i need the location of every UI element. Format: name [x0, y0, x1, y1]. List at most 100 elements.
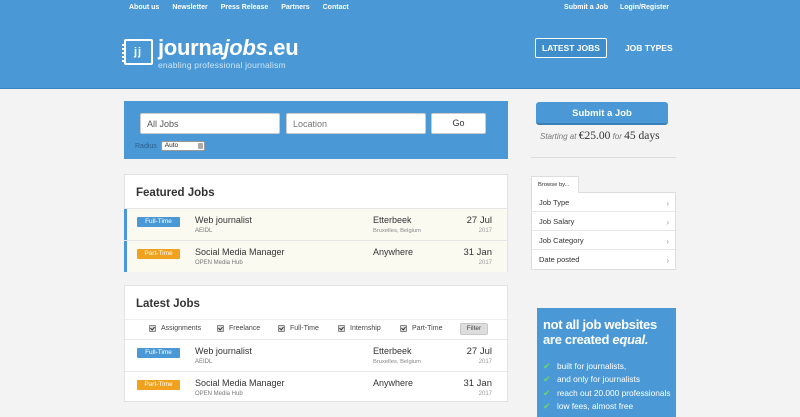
nav-contact[interactable]: Contact — [323, 4, 349, 11]
promo-point: ✔ and only for journalists — [543, 373, 676, 386]
browse-by-widget: Browse by... Job Type › Job Salary › Job C… — [531, 176, 676, 270]
browse-list: Job Type › Job Salary › Job Category › Date… — [531, 192, 676, 270]
browse-item-label: Job Category — [539, 236, 584, 245]
logo-title-pre: journa — [158, 35, 224, 60]
job-company: OPEN Media Hub — [195, 260, 243, 266]
job-year: 2017 — [478, 228, 492, 234]
logo-title-mid: jobs — [223, 35, 268, 60]
checkmark-icon: ✔ — [543, 361, 551, 371]
browse-item-label: Job Salary — [539, 217, 575, 226]
logo-mark-text: jj — [134, 46, 143, 58]
promo-headline-2a: are created — [543, 332, 610, 347]
job-company: OPEN Media Hub — [195, 391, 243, 397]
promo-banner[interactable]: not all job websites are created equal. … — [537, 308, 676, 417]
latest-job-row[interactable]: Full-Time Web journalist AEIDL Etterbeek… — [125, 339, 507, 371]
browse-tab[interactable]: Browse by... — [531, 176, 579, 193]
logo-wordmark: journajobs.eu enabling professional jour… — [158, 35, 299, 71]
price-for: for — [612, 132, 622, 141]
nav-submit-job[interactable]: Submit a Job — [564, 4, 608, 11]
latest-job-row[interactable]: Part-Time Social Media Manager OPEN Medi… — [125, 371, 507, 403]
job-title-link[interactable]: Web journalist — [195, 346, 252, 356]
featured-job-row[interactable]: Part-Time Social Media Manager OPEN Medi… — [124, 240, 507, 272]
promo-points: ✔ built for journalists, ✔ and only for jo… — [543, 360, 676, 413]
featured-marker — [124, 241, 127, 272]
job-type-badge: Part-Time — [137, 380, 180, 390]
filter-internship[interactable]: Internship — [338, 325, 381, 332]
featured-marker — [124, 209, 127, 240]
radius-select-value: Auto — [164, 142, 179, 149]
filter-full-time[interactable]: Full-Time — [278, 325, 319, 332]
browse-item-date-posted[interactable]: Date posted › — [532, 250, 675, 269]
filter-label: Freelance — [229, 325, 261, 332]
checkmark-icon: ✔ — [543, 400, 551, 411]
job-year: 2017 — [478, 391, 492, 397]
job-location: Etterbeek — [373, 346, 412, 356]
filter-part-time[interactable]: Part-Time — [400, 325, 442, 332]
browse-item-job-category[interactable]: Job Category › — [532, 231, 675, 250]
job-date: 31 Jan — [463, 378, 492, 389]
search-go-button[interactable]: Go — [431, 113, 486, 134]
filter-label: Assignments — [161, 325, 202, 332]
browse-item-label: Job Type — [539, 198, 570, 207]
chevron-right-icon: › — [666, 218, 669, 227]
filter-button[interactable]: Filter — [460, 323, 488, 335]
chevron-right-icon: › — [666, 199, 669, 208]
job-types-link[interactable]: JOB TYPES — [625, 43, 673, 53]
checkmark-icon: ✔ — [543, 374, 551, 385]
logo-title-post: .eu — [267, 35, 299, 60]
filter-label: Full-Time — [290, 325, 319, 332]
nav-login-register[interactable]: Login/Register — [620, 4, 669, 11]
checkbox-checked-icon — [400, 325, 407, 332]
promo-point-text: low fees, almost free — [557, 400, 634, 411]
filter-label: Part-Time — [412, 325, 443, 332]
checkbox-checked-icon — [217, 325, 224, 332]
pricing-note: Starting at €25.00 for 45 days — [540, 130, 660, 142]
price-amount: €25.00 — [578, 130, 611, 142]
nav-newsletter[interactable]: Newsletter — [172, 4, 207, 11]
browse-item-job-type[interactable]: Job Type › — [532, 193, 675, 212]
job-year: 2017 — [478, 260, 492, 266]
featured-job-row[interactable]: Full-Time Web journalist AEIDL Etterbeek… — [124, 208, 507, 240]
promo-point: ✔ reach out 20.000 professionals — [543, 387, 676, 400]
latest-jobs-button[interactable]: LATEST JOBS — [535, 38, 607, 58]
top-nav: About us Newsletter Press Release Partne… — [129, 4, 362, 11]
featured-jobs-title: Featured Jobs — [136, 187, 215, 199]
nav-partners[interactable]: Partners — [281, 4, 309, 11]
browse-item-job-salary[interactable]: Job Salary › — [532, 212, 675, 231]
checkbox-checked-icon — [278, 325, 285, 332]
job-title-link[interactable]: Social Media Manager — [195, 378, 285, 388]
logo-notebook-rings — [122, 44, 125, 62]
job-type-badge: Full-Time — [137, 217, 180, 227]
logo-icon: jj — [122, 39, 153, 65]
sidebar-divider — [531, 157, 676, 158]
job-location: Etterbeek — [373, 215, 412, 225]
promo-headline-2: are created equal. — [543, 332, 676, 347]
filter-assignments[interactable]: Assignments — [149, 325, 201, 332]
checkbox-checked-icon — [149, 325, 156, 332]
job-location: Anywhere — [373, 378, 414, 388]
job-date: 31 Jan — [463, 247, 492, 258]
location-input[interactable] — [286, 113, 426, 134]
job-date: 27 Jul — [466, 346, 492, 357]
search-box: Go Radius Auto — [124, 101, 508, 159]
submit-job-button[interactable]: Submit a Job — [536, 102, 668, 125]
price-duration: 45 days — [624, 130, 660, 142]
site-header: About us Newsletter Press Release Partne… — [0, 0, 800, 89]
promo-point-text: reach out 20.000 professionals — [557, 387, 671, 398]
job-keyword-input[interactable] — [140, 113, 280, 134]
site-logo[interactable]: jj journajobs.eu enabling professional j… — [122, 35, 299, 71]
filter-label: Internship — [350, 325, 381, 332]
chevron-right-icon: › — [666, 256, 669, 265]
job-year: 2017 — [478, 359, 492, 365]
checkmark-icon: ✔ — [543, 387, 551, 398]
radius-select[interactable]: Auto — [160, 141, 205, 151]
nav-about[interactable]: About us — [129, 4, 159, 11]
job-title-link[interactable]: Web journalist — [195, 215, 252, 225]
job-type-filters: Assignments Freelance Full-Time Internsh… — [125, 319, 507, 339]
job-title-link[interactable]: Social Media Manager — [195, 247, 285, 257]
filter-freelance[interactable]: Freelance — [217, 325, 260, 332]
promo-headline-1: not all job websites — [543, 317, 657, 332]
promo-headline-2b: equal. — [612, 332, 649, 347]
nav-press-release[interactable]: Press Release — [221, 4, 268, 11]
price-prefix: Starting at — [540, 132, 577, 141]
